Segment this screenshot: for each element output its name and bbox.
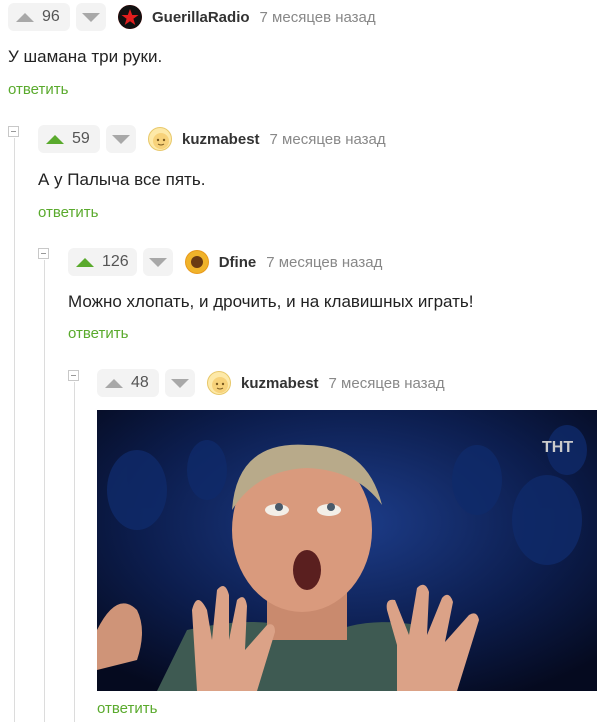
upvote-icon[interactable]	[46, 134, 64, 144]
upvote-icon[interactable]	[76, 257, 94, 267]
vote-box: 59	[38, 125, 100, 153]
collapse-button[interactable]	[38, 248, 49, 259]
downvote-icon	[82, 12, 100, 22]
downvote-button[interactable]	[142, 248, 173, 276]
comment-header: 96 GuerillaRadio 7 месяцев назад	[8, 1, 376, 33]
vote-count: 96	[42, 8, 60, 25]
vote-box: 48	[97, 369, 159, 397]
avatar[interactable]	[148, 127, 172, 151]
avatar[interactable]	[207, 371, 231, 395]
vote-count: 48	[131, 374, 149, 391]
downvote-icon	[112, 134, 130, 144]
vote-count: 126	[102, 253, 129, 270]
vote-box: 126	[68, 248, 137, 276]
author-name[interactable]: Dfine	[219, 254, 257, 271]
author-name[interactable]: kuzmabest	[182, 131, 260, 148]
reply-link[interactable]: ответить	[38, 204, 98, 221]
timestamp: 7 месяцев назад	[269, 130, 386, 148]
reply-link[interactable]: ответить	[8, 81, 68, 98]
comment-text: Можно хлопать, и дрочить, и на клавишных…	[68, 292, 474, 311]
comment-text: У шамана три руки.	[8, 47, 163, 66]
sunflower-icon	[185, 251, 208, 273]
vote-count: 59	[72, 130, 90, 147]
thread-line	[14, 138, 15, 722]
downvote-button[interactable]	[165, 369, 195, 397]
face-icon	[153, 133, 169, 149]
face-icon	[212, 377, 228, 393]
downvote-button[interactable]	[76, 3, 106, 31]
author-name[interactable]: GuerillaRadio	[152, 9, 250, 26]
thread-line	[74, 382, 75, 722]
vote-box: 96	[8, 3, 70, 31]
comment-header: 48 kuzmabest 7 месяцев назад	[97, 367, 445, 399]
avatar[interactable]	[118, 5, 142, 29]
watermark: ТНТ	[542, 439, 573, 456]
timestamp: 7 месяцев назад	[328, 374, 445, 392]
comment-header: 126 Dfine 7 месяцев назад	[68, 246, 382, 278]
author-name[interactable]: kuzmabest	[241, 375, 319, 392]
downvote-icon	[148, 257, 167, 267]
avatar[interactable]	[184, 250, 209, 274]
timestamp: 7 месяцев назад	[259, 8, 376, 26]
reply-link[interactable]: ответить	[97, 700, 157, 717]
comment-text: А у Палыча все пять.	[38, 170, 206, 189]
timestamp: 7 месяцев назад	[266, 253, 383, 271]
collapse-button[interactable]	[68, 370, 79, 381]
reply-link[interactable]: ответить	[68, 325, 128, 342]
upvote-icon[interactable]	[16, 12, 34, 22]
reaction-image: ТНТ	[97, 410, 597, 691]
thread-line	[44, 260, 45, 722]
collapse-button[interactable]	[8, 126, 19, 137]
upvote-icon[interactable]	[105, 378, 123, 388]
downvote-icon	[171, 378, 189, 388]
star-icon	[118, 5, 142, 29]
comment-header: 59 kuzmabest 7 месяцев назад	[38, 123, 386, 155]
comment-image[interactable]: ТНТ	[97, 410, 597, 691]
downvote-button[interactable]	[106, 125, 136, 153]
